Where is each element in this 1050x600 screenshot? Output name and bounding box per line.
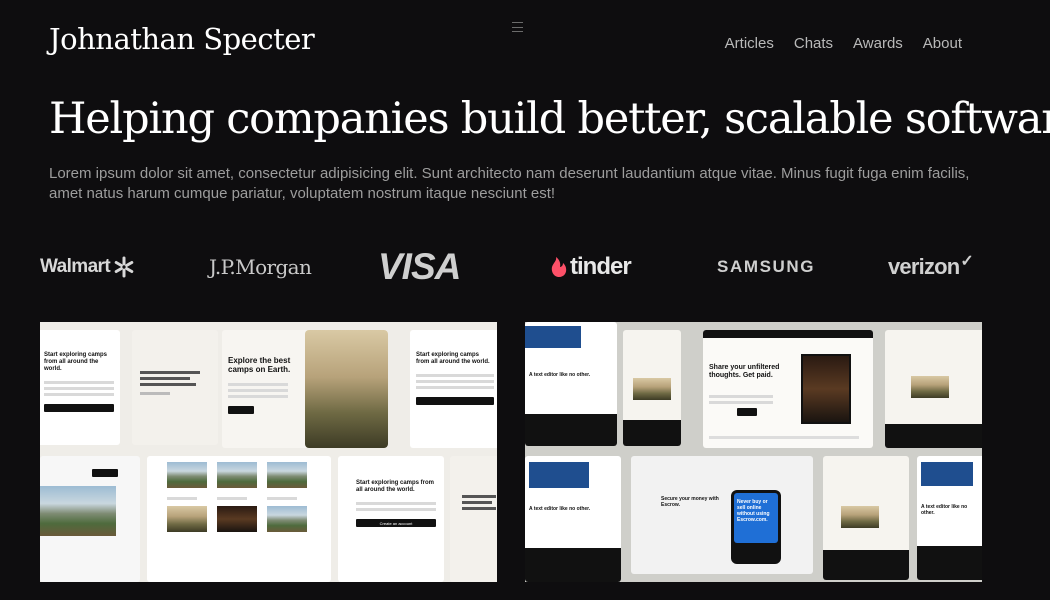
mock-hero-screen: Explore the best camps on Earth. <box>222 330 388 448</box>
portrait-photo <box>801 354 851 424</box>
mock-paid-headline: Share your unfiltered thoughts. Get paid… <box>709 364 780 379</box>
nav-articles[interactable]: Articles <box>725 35 774 52</box>
walmart-spark-icon <box>114 256 134 278</box>
mock-editor-screen-3 <box>823 456 909 580</box>
hero-text: Lorem ipsum dolor sit amet, consectetur … <box>49 165 970 202</box>
mock-headline: Start exploring camps from all around th… <box>44 352 108 372</box>
mock-create-account-button: Create an account <box>379 520 413 526</box>
menu-icon-line <box>512 26 523 28</box>
mock-paid-screen: Share your unfiltered thoughts. Get paid… <box>703 330 873 448</box>
mock-secure-headline: Secure your money with Escrow. <box>661 496 719 508</box>
menu-icon[interactable] <box>512 22 523 32</box>
client-logos: Walmart J.P.Morgan VISA tinder SAMSUNG v… <box>40 244 985 290</box>
menu-icon-line <box>512 31 523 32</box>
verizon-wordmark: verizon <box>888 254 960 279</box>
mock-editor-headline: A text editor like no other. <box>529 372 591 378</box>
nav-about[interactable]: About <box>923 35 962 52</box>
walmart-logo: Walmart <box>40 244 135 290</box>
mock-editor-screen: A text editor like no other. <box>525 322 617 446</box>
hero-title: Helping companies build better, scalable… <box>49 94 1050 144</box>
mock-escrow-editor-headline-2: A text editor like no other. <box>921 504 968 516</box>
mock-signup-screen: Start exploring camps from all around th… <box>40 330 120 445</box>
verizon-logo: verizon ✓ <box>888 244 974 290</box>
nav-chats[interactable]: Chats <box>794 35 833 52</box>
project-card-escrow[interactable]: A text editor like no other. Share your … <box>525 322 982 582</box>
visa-logo: VISA <box>378 246 461 287</box>
mock-never-buy-headline: Never buy or sell online without using E… <box>734 493 778 543</box>
mock-headline-3: Start exploring camps from all around th… <box>356 480 435 493</box>
mountain-photo <box>40 486 116 536</box>
mock-gallery-screen <box>40 456 140 582</box>
mock-share-screen <box>623 330 681 446</box>
site-header: Johnathan Specter Articles Chats Awards … <box>0 0 1050 90</box>
samsung-logo: SAMSUNG <box>717 257 816 276</box>
mock-escrow-hero-screen: Secure your money with Escrow. Never buy… <box>631 456 813 574</box>
mock-headline-2: Start exploring camps from all around th… <box>416 352 490 365</box>
mock-escrow-editor-headline: A text editor like no other. <box>529 506 591 512</box>
mock-quote-screen-2 <box>450 456 497 582</box>
tinder-flame-icon <box>551 257 567 277</box>
mock-escrow-screen-2: A text editor like no other. <box>917 456 982 580</box>
main-nav: Articles Chats Awards About <box>725 35 962 52</box>
nav-awards[interactable]: Awards <box>853 35 903 52</box>
project-card-camping[interactable]: Start exploring camps from all around th… <box>40 322 497 582</box>
mock-quote-screen <box>132 330 218 445</box>
mock-signup-screen-3: Start exploring camps from all around th… <box>338 456 444 582</box>
verizon-check-icon: ✓ <box>960 253 974 270</box>
camp-photo <box>305 330 388 448</box>
mock-escrow-screen: A text editor like no other. <box>525 456 621 582</box>
mock-signup-screen-2: Start exploring camps from all around th… <box>410 330 497 448</box>
site-logo[interactable]: Johnathan Specter <box>49 22 315 56</box>
tinder-logo: tinder <box>550 244 632 290</box>
mock-editor-screen-2 <box>885 330 982 448</box>
mock-headline-explore: Explore the best camps on Earth. <box>228 356 291 374</box>
menu-icon-line <box>512 22 523 23</box>
walmart-wordmark: Walmart <box>40 256 111 277</box>
mock-grid-screen <box>147 456 331 582</box>
jpmorgan-logo: J.P.Morgan <box>209 255 312 279</box>
tinder-wordmark: tinder <box>570 253 632 280</box>
